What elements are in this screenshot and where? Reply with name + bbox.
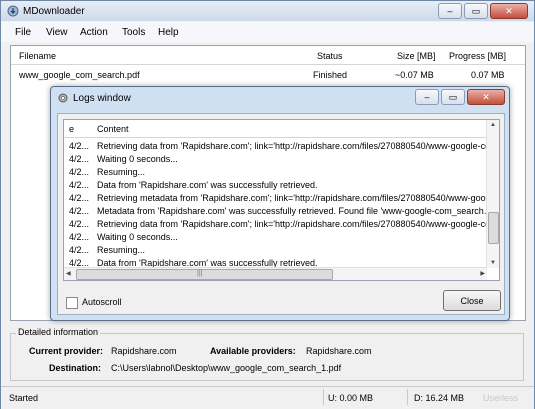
column-header-status[interactable]: Status [317, 51, 343, 61]
log-date: 4/2... [69, 206, 90, 216]
horizontal-scrollbar[interactable]: ◀ ||| ▶ [64, 267, 487, 280]
status-separator [323, 389, 324, 405]
list-header: Filename Status Size [MB] Progress [MB] [11, 46, 525, 65]
available-providers-value: Rapidshare.com [306, 346, 372, 356]
available-providers-label: Available providers: [210, 346, 296, 356]
destination-value: C:\Users\labnol\Desktop\www_google_com_s… [111, 363, 342, 373]
log-row[interactable]: 4/2... Retrieving data from 'Rapidshare.c… [64, 218, 487, 231]
logs-window-controls: – ▭ ✕ [413, 89, 505, 105]
log-content: Waiting 0 seconds... [97, 232, 178, 242]
status-text: Started [9, 393, 39, 403]
detailed-information: Detailed information Current provider: R… [10, 323, 524, 381]
log-date: 4/2... [69, 180, 90, 190]
scroll-left-icon[interactable]: ◀ [66, 270, 71, 277]
vertical-scroll-thumb[interactable] [488, 212, 499, 244]
log-content: Retrieving data from 'Rapidshare.com'; l… [97, 219, 487, 229]
menu-tools[interactable]: Tools [122, 27, 145, 38]
download-size: ~0.07 MB [395, 70, 434, 80]
column-header-filename[interactable]: Filename [19, 51, 56, 61]
column-header-content[interactable]: Content [97, 124, 129, 134]
menu-bar: File View Action Tools Help [1, 22, 534, 42]
logs-content: e Content 4/2... Retrieving data from 'Ra… [57, 113, 505, 315]
log-date: 4/2... [69, 141, 90, 151]
menu-action[interactable]: Action [80, 27, 108, 38]
log-content: Metadata from 'Rapidshare.com' was succe… [97, 206, 487, 216]
log-row[interactable]: 4/2... Resuming... [64, 166, 487, 179]
log-date: 4/2... [69, 193, 90, 203]
logs-minimize-button[interactable]: – [415, 89, 439, 105]
logs-close-button[interactable]: ✕ [467, 89, 505, 105]
scroll-grip: ||| [197, 270, 203, 277]
log-content: Data from 'Rapidshare.com' was successfu… [97, 180, 318, 190]
mode-indicator: Userless [483, 393, 519, 403]
log-date: 4/2... [69, 167, 90, 177]
status-separator [407, 389, 408, 405]
download-progress: 0.07 MB [471, 70, 505, 80]
close-button[interactable]: ✕ [490, 3, 528, 19]
menu-help[interactable]: Help [158, 27, 179, 38]
app-icon [7, 5, 19, 17]
autoscroll-label[interactable]: Autoscroll [82, 297, 122, 307]
title-bar[interactable]: MDownloader – ▭ ✕ [1, 1, 534, 21]
details-legend: Detailed information [16, 327, 101, 337]
destination-label: Destination: [49, 363, 102, 373]
logs-title: Logs window [73, 93, 131, 104]
log-row[interactable]: 4/2... Resuming... [64, 244, 487, 257]
log-date: 4/2... [69, 154, 90, 164]
logs-maximize-button[interactable]: ▭ [441, 89, 465, 105]
log-content: Retrieving data from 'Rapidshare.com'; l… [97, 141, 487, 151]
scroll-down-icon[interactable]: ▼ [490, 260, 496, 266]
log-row[interactable]: 4/2... Waiting 0 seconds... [64, 153, 487, 166]
log-list-header: e Content [64, 120, 487, 138]
log-row[interactable]: 4/2... Waiting 0 seconds... [64, 231, 487, 244]
logs-icon [58, 93, 68, 103]
log-row[interactable]: 4/2... Retrieving metadata from 'Rapidsha… [64, 192, 487, 205]
log-content: Resuming... [97, 245, 146, 255]
scroll-up-icon[interactable]: ▲ [490, 122, 496, 128]
maximize-button[interactable]: ▭ [464, 3, 488, 19]
logs-close-action-button[interactable]: Close [443, 290, 501, 311]
download-status: Finished [313, 70, 348, 80]
minimize-button[interactable]: – [438, 3, 462, 19]
horizontal-scroll-thumb[interactable]: ||| [76, 269, 333, 280]
log-row[interactable]: 4/2... Data from 'Rapidshare.com' was suc… [64, 179, 487, 192]
current-provider-value: Rapidshare.com [111, 346, 177, 356]
menu-file[interactable]: File [15, 27, 31, 38]
vertical-scrollbar[interactable]: ▲ ▼ [486, 120, 499, 268]
log-date: 4/2... [69, 245, 90, 255]
log-date: 4/2... [69, 219, 90, 229]
log-content: Resuming... [97, 167, 146, 177]
download-row[interactable]: www_google_com_search.pdf Finished ~0.07… [11, 65, 525, 81]
details-frame [10, 333, 524, 381]
column-header-progress[interactable]: Progress [MB] [449, 51, 506, 61]
log-date: 4/2... [69, 232, 90, 242]
log-list[interactable]: e Content 4/2... Retrieving data from 'Ra… [63, 119, 500, 281]
log-row[interactable]: 4/2... Metadata from 'Rapidshare.com' was… [64, 205, 487, 218]
column-header-size[interactable]: Size [MB] [397, 51, 436, 61]
logs-window: Logs window – ▭ ✕ e Content 4/2... Retrie… [50, 86, 510, 321]
scroll-right-icon[interactable]: ▶ [480, 270, 485, 277]
current-provider-label: Current provider: [29, 346, 104, 356]
window-title: MDownloader [23, 6, 85, 17]
status-bar: Started U: 0.00 MB D: 16.24 MB Userless [1, 386, 534, 409]
window-controls: – ▭ ✕ [436, 3, 528, 19]
autoscroll-checkbox[interactable] [66, 297, 78, 309]
upload-total: U: 0.00 MB [328, 393, 374, 403]
log-row[interactable]: 4/2... Retrieving data from 'Rapidshare.c… [64, 140, 487, 153]
log-content: Retrieving metadata from 'Rapidshare.com… [97, 193, 487, 203]
menu-view[interactable]: View [46, 27, 68, 38]
download-total: D: 16.24 MB [414, 393, 465, 403]
log-content: Waiting 0 seconds... [97, 154, 178, 164]
download-filename: www_google_com_search.pdf [19, 70, 140, 80]
column-header-date[interactable]: e [69, 124, 74, 134]
